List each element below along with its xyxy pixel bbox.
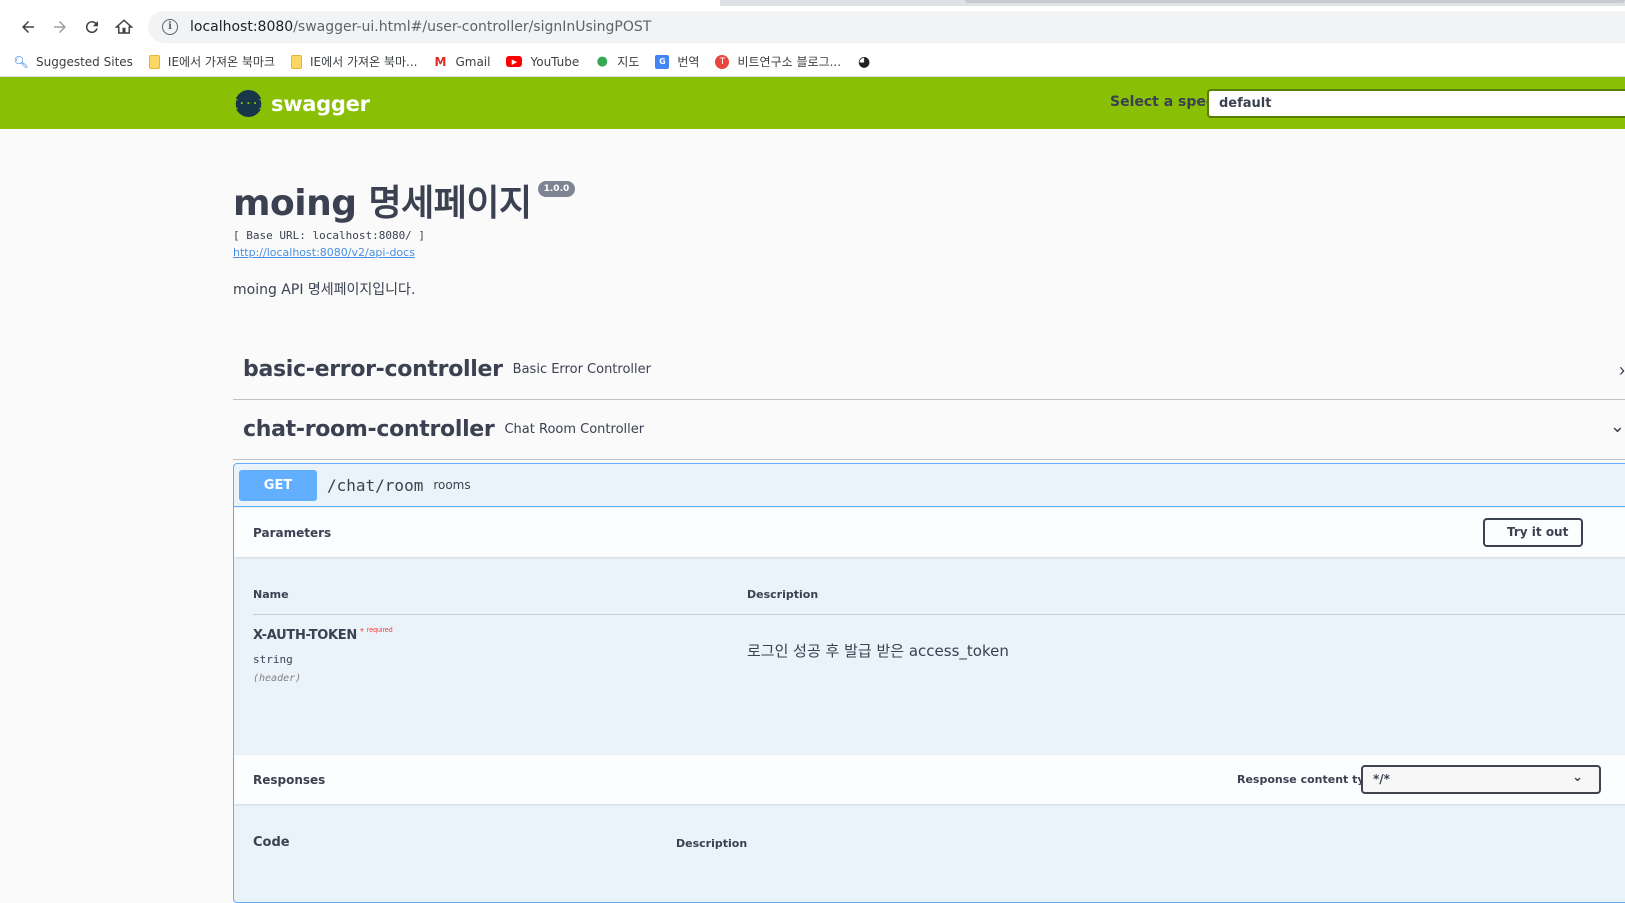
swagger-topbar: {···} swagger Select a spec default bbox=[0, 77, 1625, 129]
bookmark-label: Suggested Sites bbox=[36, 54, 133, 69]
gmail-icon: M bbox=[434, 54, 447, 69]
operation-get-chat-room: GET /chat/room rooms Parameters Try it o… bbox=[233, 463, 1625, 903]
api-info: moing 명세페이지 1.0.0 [ Base URL: localhost:… bbox=[233, 174, 576, 299]
col-header-response-description: Description bbox=[676, 837, 748, 850]
param-type: string bbox=[253, 653, 293, 666]
required-label: required bbox=[366, 627, 393, 634]
response-content-type-value: */* bbox=[1373, 772, 1390, 786]
url-host: localhost:8080 bbox=[190, 18, 294, 35]
active-tab[interactable] bbox=[0, 0, 720, 6]
required-marker: * required bbox=[360, 627, 393, 638]
bookmark-label: 지도 bbox=[617, 55, 640, 69]
blog-icon: T bbox=[715, 54, 730, 69]
bookmark-translate[interactable]: G 번역 bbox=[655, 53, 699, 70]
tab-strip bbox=[0, 0, 1625, 6]
parameters-title: Parameters bbox=[253, 525, 332, 540]
chevron-right-icon[interactable]: › bbox=[1619, 360, 1625, 381]
folder-icon bbox=[148, 54, 160, 69]
bookmark-blog[interactable]: T 비트연구소 블로그... bbox=[715, 53, 841, 70]
bookmark-folder-1[interactable]: IE에서 가져온 북마크 bbox=[148, 53, 275, 70]
bookmark-label: IE에서 가져온 북마... bbox=[309, 55, 418, 69]
chevron-down-icon: ⌄ bbox=[1572, 770, 1583, 785]
api-title: moing 명세페이지 bbox=[233, 183, 532, 224]
search-icon: 🔍︎ bbox=[13, 54, 29, 69]
api-docs-link[interactable]: http://localhost:8080/v2/api-docs bbox=[233, 246, 575, 259]
forward-button[interactable] bbox=[44, 11, 76, 43]
back-button[interactable] bbox=[12, 11, 44, 43]
param-description: 로그인 성공 후 발급 받은 access_token bbox=[747, 642, 1009, 660]
version-badge: 1.0.0 bbox=[537, 181, 576, 197]
forward-arrow-icon bbox=[54, 20, 66, 33]
bookmark-label: IE에서 가져온 북마크 bbox=[167, 55, 275, 69]
table-divider bbox=[253, 614, 1625, 615]
controller-name: basic-error-controller bbox=[243, 357, 503, 382]
address-bar[interactable]: i localhost:8080/swagger-ui.html#/user-c… bbox=[148, 10, 1625, 43]
reload-icon bbox=[85, 20, 98, 33]
operation-path: /chat/room bbox=[327, 475, 424, 495]
operation-summary-text: rooms bbox=[433, 478, 471, 492]
url-text[interactable]: localhost:8080/swagger-ui.html#/user-con… bbox=[190, 19, 651, 35]
bookmark-youtube[interactable]: ▶ YouTube bbox=[506, 55, 579, 69]
required-star: * bbox=[360, 627, 364, 638]
home-button[interactable] bbox=[108, 11, 140, 43]
bookmarks-bar: 🔍︎ Suggested Sites IE에서 가져온 북마크 IE에서 가져온 … bbox=[0, 47, 1625, 77]
browser-toolbar: i localhost:8080/swagger-ui.html#/user-c… bbox=[0, 6, 1625, 47]
maps-icon: ● bbox=[596, 54, 608, 69]
swagger-logo-text: swagger bbox=[271, 91, 370, 116]
controller-description: Basic Error Controller bbox=[512, 362, 651, 377]
bookmark-label: Gmail bbox=[455, 54, 491, 69]
reload-button[interactable] bbox=[76, 11, 108, 43]
col-header-description: Description bbox=[747, 588, 819, 601]
home-icon bbox=[115, 18, 133, 34]
response-content-type-label: Response content type bbox=[1237, 773, 1380, 786]
responses-header: Responses Response content type */* ⌄ bbox=[234, 755, 1625, 804]
url-path: /swagger-ui.html#/user-controller/signIn… bbox=[293, 18, 652, 35]
param-location: (header) bbox=[253, 673, 302, 684]
parameters-header: Parameters Try it out bbox=[234, 508, 1625, 557]
operation-summary[interactable]: GET /chat/room rooms bbox=[234, 464, 1625, 507]
method-badge: GET bbox=[239, 469, 317, 501]
response-content-type-select[interactable]: */* ⌄ bbox=[1361, 765, 1601, 794]
bookmark-label: YouTube bbox=[530, 54, 580, 69]
swagger-logo-icon: {···} bbox=[232, 90, 265, 117]
controller-name: chat-room-controller bbox=[243, 417, 495, 442]
bookmark-label: 번역 bbox=[677, 55, 700, 69]
controller-basic-error[interactable]: basic-error-controller Basic Error Contr… bbox=[233, 340, 1625, 400]
bookmark-suggested-sites[interactable]: 🔍︎ Suggested Sites bbox=[13, 54, 133, 69]
globe-icon: ◕ bbox=[857, 53, 871, 70]
folder-icon bbox=[290, 54, 302, 69]
bookmark-maps[interactable]: ● 지도 bbox=[595, 53, 640, 70]
spec-select[interactable]: default bbox=[1207, 89, 1625, 118]
youtube-icon: ▶ bbox=[506, 56, 523, 67]
bookmark-label: 비트연구소 블로그... bbox=[737, 55, 842, 69]
inactive-tab[interactable] bbox=[965, 0, 1625, 3]
translate-icon: G bbox=[655, 54, 670, 69]
controller-description: Chat Room Controller bbox=[504, 422, 645, 437]
api-description: moing API 명세페이지입니다. bbox=[233, 282, 416, 298]
col-header-code: Code bbox=[253, 835, 290, 850]
bookmark-globe[interactable]: ◕ bbox=[857, 53, 879, 70]
try-it-out-button[interactable]: Try it out bbox=[1483, 518, 1583, 547]
param-name: X-AUTH-TOKEN bbox=[253, 628, 357, 643]
col-header-name: Name bbox=[253, 588, 289, 601]
controller-chat-room[interactable]: chat-room-controller Chat Room Controlle… bbox=[233, 400, 1625, 460]
bookmark-gmail[interactable]: M Gmail bbox=[433, 55, 490, 69]
bookmark-folder-2[interactable]: IE에서 가져온 북마... bbox=[290, 53, 418, 70]
swagger-logo[interactable]: {···} swagger bbox=[232, 90, 370, 117]
back-arrow-icon bbox=[22, 20, 34, 33]
info-icon[interactable]: i bbox=[162, 18, 178, 35]
spec-select-label: Select a spec bbox=[1110, 94, 1215, 110]
responses-title: Responses bbox=[253, 772, 326, 787]
base-url: [ Base URL: localhost:8080/ ] bbox=[233, 229, 426, 242]
chevron-down-icon[interactable]: ⌄ bbox=[1610, 416, 1625, 437]
